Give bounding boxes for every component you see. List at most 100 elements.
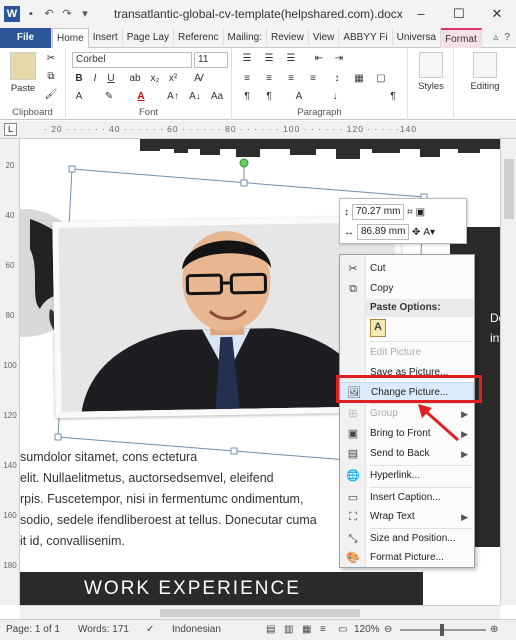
menu-item-copy[interactable]: ⧉ Copy <box>340 279 474 299</box>
zoom-out-icon[interactable]: ⊖ <box>384 620 392 640</box>
tab-page-layout[interactable]: Page Lay <box>123 28 174 48</box>
increase-indent-icon[interactable]: ⇥ <box>332 52 346 66</box>
bullets-icon[interactable]: ☰ <box>240 52 254 66</box>
subscript-icon[interactable]: x₂ <box>148 72 162 86</box>
web-layout-icon[interactable]: ▦ <box>302 620 311 640</box>
paste-option-keep-text[interactable]: A <box>340 317 474 339</box>
sort-icon[interactable]: ↓ <box>328 90 342 104</box>
tab-format[interactable]: Format <box>441 28 482 48</box>
draft-icon[interactable]: ▭ <box>338 620 347 640</box>
maximize-icon[interactable]: ☐ <box>440 0 478 28</box>
tab-insert[interactable]: Insert <box>89 28 123 48</box>
shading-icon[interactable]: ▦ <box>352 72 366 86</box>
outline-icon[interactable]: ≡ <box>320 620 326 640</box>
zoom-level[interactable]: 120% <box>354 620 380 640</box>
vertical-ruler[interactable]: 20 40 60 80 100 120 140 160 180 <box>0 139 20 605</box>
menu-item-format-picture[interactable]: 🎨 Format Picture... <box>340 548 474 568</box>
position-icon[interactable]: ✥ <box>412 227 420 238</box>
side-text-1: Don <box>490 311 500 325</box>
decrease-indent-icon[interactable]: ⇤ <box>312 52 326 66</box>
body-line: it id, convallisenim. <box>20 534 125 548</box>
font-name-combo[interactable]: Corbel <box>72 52 192 68</box>
customize-toolbar-icon[interactable]: ▾ <box>78 7 92 21</box>
tab-references[interactable]: Referenc <box>174 28 224 48</box>
shrink-font-icon[interactable]: A↓ <box>188 90 202 104</box>
proofing-icon[interactable]: ✓ <box>146 620 154 640</box>
line-spacing-icon[interactable]: ↕ <box>330 72 344 86</box>
vertical-scrollbar[interactable] <box>500 139 516 605</box>
language[interactable]: Indonesian <box>172 620 221 640</box>
copy-icon[interactable]: ⧉ <box>44 70 58 84</box>
borders-icon[interactable]: ▢ <box>374 72 388 86</box>
picture-height-field[interactable]: 70.27 mm <box>352 204 404 220</box>
arrange-icon[interactable]: ▣ <box>416 207 425 218</box>
full-screen-icon[interactable]: ▥ <box>284 620 293 640</box>
menu-item-send-to-back[interactable]: ▤ Send to Back ▶ <box>340 444 474 464</box>
bold-button[interactable]: B <box>72 72 86 86</box>
asian-layout-icon[interactable]: A <box>292 90 306 104</box>
justify-icon[interactable]: ≡ <box>306 72 320 86</box>
tab-mailings[interactable]: Mailing: <box>224 28 268 48</box>
tab-abbyy[interactable]: ABBYY Fi <box>339 28 393 48</box>
menu-item-hyperlink[interactable]: 🌐 Hyperlink... <box>340 466 474 486</box>
strikethrough-icon[interactable]: ab <box>128 72 142 86</box>
body-paragraph[interactable]: sumdolor sitamet, cons ectetura elit. Nu… <box>20 447 360 552</box>
close-icon[interactable]: ✕ <box>478 0 516 28</box>
zoom-in-icon[interactable]: ⊕ <box>490 620 498 640</box>
superscript-icon[interactable]: x² <box>166 72 180 86</box>
italic-button[interactable]: I <box>88 72 102 86</box>
word-app-icon[interactable]: W <box>4 6 20 22</box>
clear-format-icon[interactable]: Ꜹ <box>192 72 206 86</box>
menu-item-label: Size and Position... <box>370 533 456 544</box>
underline-button[interactable]: U <box>104 72 118 86</box>
multilevel-list-icon[interactable]: ☰ <box>284 52 298 66</box>
menu-item-insert-caption[interactable]: ▭ Insert Caption... <box>340 488 474 508</box>
work-experience-heading[interactable]: WORK EXPERIENCE <box>20 572 423 605</box>
save-icon[interactable]: ▪ <box>24 7 38 21</box>
highlight-icon[interactable]: ✎ <box>102 90 116 104</box>
rtl-icon[interactable]: ¶ <box>262 90 276 104</box>
align-left-icon[interactable]: ≡ <box>240 72 254 86</box>
zoom-slider-thumb[interactable] <box>440 624 444 636</box>
page-count[interactable]: Page: 1 of 1 <box>6 620 60 640</box>
paste-button[interactable]: Paste <box>6 52 40 94</box>
cut-icon[interactable]: ✂ <box>44 52 58 66</box>
picture-width-field[interactable]: 86.89 mm <box>357 224 409 240</box>
redo-icon[interactable]: ↷ <box>60 7 74 21</box>
crop-icon[interactable]: ⌗ <box>407 207 413 218</box>
horizontal-scrollbar[interactable] <box>20 605 500 619</box>
undo-icon[interactable]: ↶ <box>42 7 56 21</box>
menu-item-size-position[interactable]: ⤡ Size and Position... <box>340 529 474 549</box>
print-layout-icon[interactable]: ▤ <box>266 620 275 640</box>
menu-item-cut[interactable]: ✂ Cut <box>340 259 474 279</box>
collapse-ribbon-icon[interactable]: ▵ <box>493 32 498 43</box>
format-painter-icon[interactable]: 🖌 <box>44 88 58 102</box>
align-right-icon[interactable]: ≡ <box>284 72 298 86</box>
word-count[interactable]: Words: 171 <box>78 620 129 640</box>
tab-review[interactable]: Review <box>267 28 309 48</box>
grow-font-icon[interactable]: A↑ <box>166 90 180 104</box>
font-size-combo[interactable]: 11 <box>194 52 228 68</box>
styles-dropdown-icon[interactable]: A▾ <box>423 227 435 238</box>
help-icon[interactable]: ? <box>504 32 510 43</box>
editing-button[interactable]: Editing <box>458 52 512 92</box>
numbering-icon[interactable]: ☰ <box>262 52 276 66</box>
minimize-icon[interactable]: – <box>402 0 440 28</box>
styles-button[interactable]: Styles <box>412 52 450 92</box>
menu-item-wrap-text[interactable]: ⛶ Wrap Text ▶ <box>340 507 474 527</box>
change-case-icon[interactable]: Aa <box>210 90 224 104</box>
scroll-thumb[interactable] <box>504 159 514 219</box>
tab-home[interactable]: Home <box>52 28 89 48</box>
show-marks-icon[interactable]: ¶ <box>386 90 400 104</box>
menu-item-edit-picture: Edit Picture <box>340 343 474 363</box>
tab-selector[interactable]: L <box>4 123 17 136</box>
horizontal-ruler[interactable]: L · 20 · · · · · · 40 · · · · · · 60 · ·… <box>0 121 516 139</box>
font-color-button[interactable]: A <box>134 90 148 104</box>
tab-file[interactable]: File <box>0 28 52 48</box>
ltr-icon[interactable]: ¶ <box>240 90 254 104</box>
tab-universal[interactable]: Universa <box>393 28 442 48</box>
align-center-icon[interactable]: ≡ <box>262 72 276 86</box>
scroll-thumb[interactable] <box>160 609 360 617</box>
tab-view[interactable]: View <box>309 28 340 48</box>
text-effects-icon[interactable]: A <box>72 90 86 104</box>
